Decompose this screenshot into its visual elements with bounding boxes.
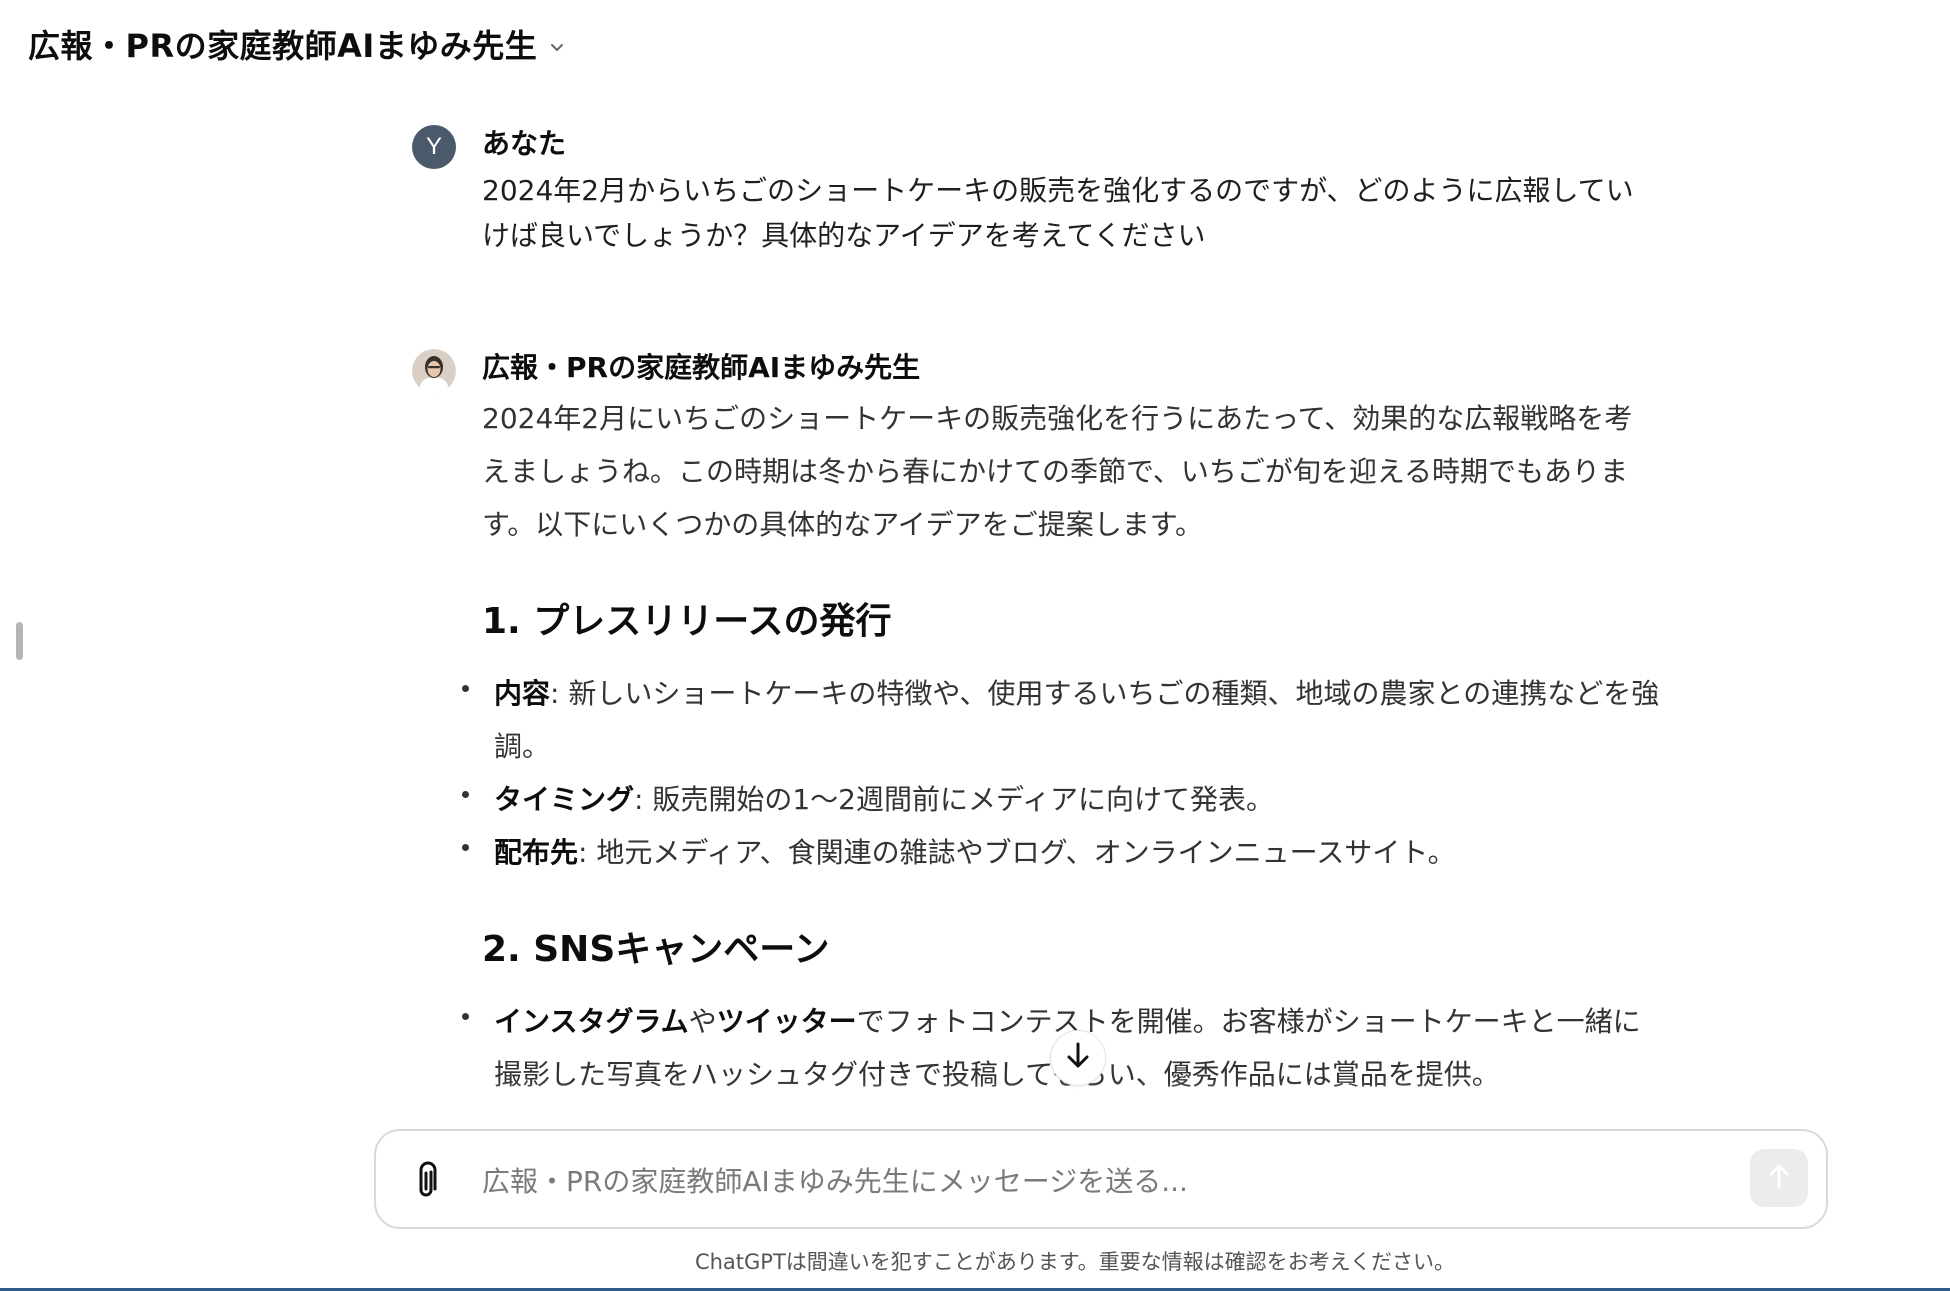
assistant-author: 広報・PRの家庭教師AIまゆみ先生 [482, 351, 921, 384]
user-message: Y あなた 2024年2月からいちごのショートケーキの販売を強化するのですが、ど… [410, 120, 1650, 258]
avatar-letter: Y [425, 133, 442, 160]
chevron-down-icon[interactable] [547, 37, 567, 57]
item-text: : 地元メディア、食関連の雑誌やブログ、オンラインニュースサイト。 [578, 836, 1456, 869]
section-heading-1: 1. プレスリリースの発行 [482, 601, 892, 642]
paperclip-icon[interactable] [406, 1159, 446, 1203]
assistant-intro: 2024年2月にいちごのショートケーキの販売強化を行うにあたって、効果的な広報戦… [482, 402, 1633, 541]
section-heading-2: 2. SNSキャンペーン [482, 929, 830, 970]
list-item: 配布先: 地元メディア、食関連の雑誌やブログ、オンラインニュースサイト。 [462, 826, 1662, 879]
list-item: 内容: 新しいショートケーキの特徴や、使用するいちごの種類、地域の農家との連携な… [462, 667, 1662, 773]
item-label: 内容 [494, 677, 551, 710]
user-author: あなた [482, 127, 567, 160]
item-label: 配布先 [494, 836, 579, 869]
chat-app: 広報・PRの家庭教師AIまゆみ先生 Y あなた 2024年2月からいちごのショー… [0, 0, 1950, 1291]
message-composer [374, 1129, 1828, 1229]
item-text: や [688, 1005, 717, 1038]
item-label: ツイッター [716, 1005, 857, 1038]
item-text: : 新しいショートケーキの特徴や、使用するいちごの種類、地域の農家との連携などを… [494, 677, 1660, 763]
sidebar-resize-handle[interactable] [16, 622, 23, 660]
message-input[interactable] [480, 1153, 1684, 1209]
header: 広報・PRの家庭教師AIまゆみ先生 [28, 20, 567, 68]
scroll-to-bottom-button[interactable] [1050, 1030, 1106, 1086]
assistant-message: 広報・PRの家庭教師AIまゆみ先生 2024年2月にいちごのショートケーキの販売… [410, 344, 1659, 1101]
conversation: Y あなた 2024年2月からいちごのショートケーキの販売を強化するのですが、ど… [410, 120, 1659, 1101]
item-text: : 販売開始の1〜2週間前にメディアに向けて発表。 [634, 783, 1275, 816]
user-message-text: 2024年2月からいちごのショートケーキの販売を強化するのですが、どのように広報… [482, 174, 1634, 252]
disclaimer: ChatGPTは間違いを犯すことがあります。重要な情報は確認をお考えください。 [694, 1250, 1456, 1274]
gpt-title[interactable]: 広報・PRの家庭教師AIまゆみ先生 [28, 21, 537, 67]
section-list-1: 内容: 新しいショートケーキの特徴や、使用するいちごの種類、地域の農家との連携な… [462, 667, 1662, 879]
item-label: インスタグラム [494, 1005, 689, 1038]
arrow-up-icon [1767, 1162, 1791, 1194]
list-item: タイミング: 販売開始の1〜2週間前にメディアに向けて発表。 [462, 773, 1662, 826]
assistant-avatar [412, 349, 456, 393]
user-avatar: Y [412, 125, 456, 169]
item-label: タイミング [494, 783, 635, 816]
send-button[interactable] [1750, 1149, 1808, 1207]
arrow-down-icon [1065, 1041, 1091, 1075]
